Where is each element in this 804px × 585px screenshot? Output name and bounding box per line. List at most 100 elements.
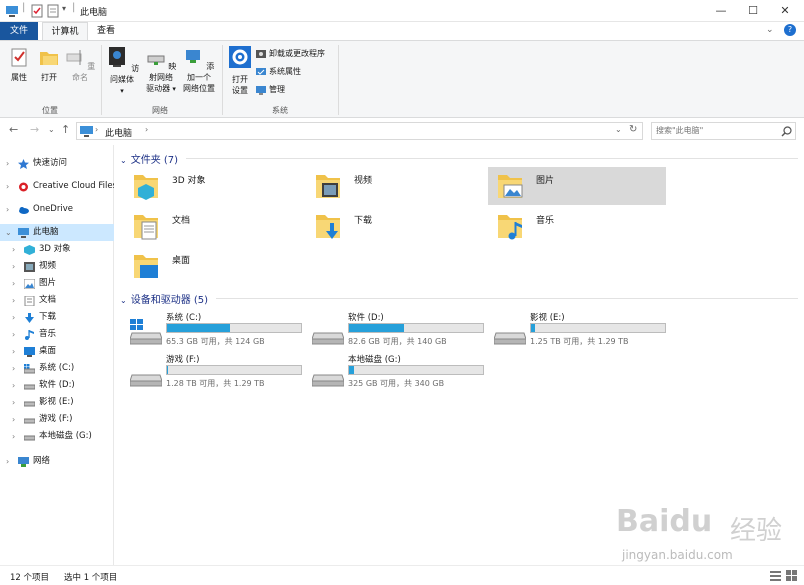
sidebar-item-drive-f[interactable]: › 游戏 (F:) [0, 411, 114, 428]
sidebar-item-this-pc[interactable]: ⌄ 此电脑 [0, 224, 114, 241]
group-separator [222, 45, 223, 115]
sidebar-item-documents[interactable]: › 文档 [0, 292, 114, 309]
expand-chevron-icon[interactable]: › [12, 377, 20, 394]
ribbon-expand-icon[interactable]: ⌄ [766, 25, 774, 35]
drive-name: 影视 (E:) [530, 313, 565, 323]
sidebar-item-desktop[interactable]: › 桌面 [0, 343, 114, 360]
folder-tile-videos[interactable]: 视频 [306, 167, 484, 205]
tab-file[interactable]: 文件 [0, 22, 38, 40]
open-settings-button[interactable]: 打开 设置 [226, 45, 254, 96]
expand-chevron-icon[interactable]: › [12, 360, 20, 377]
uninstall-programs-button[interactable]: 卸载或更改程序 [256, 47, 325, 61]
watermark-brand: Baidu [616, 504, 713, 539]
computer-icon [80, 126, 93, 137]
help-icon[interactable]: ? [784, 24, 796, 36]
sidebar-item-drive-g[interactable]: › 本地磁盘 (G:) [0, 428, 114, 445]
close-button[interactable]: ✕ [770, 0, 800, 22]
expand-chevron-icon[interactable]: › [6, 178, 14, 195]
open-folder-icon [40, 52, 58, 65]
download-arrow-icon [25, 313, 34, 323]
forward-arrow-icon[interactable]: → [30, 123, 39, 136]
sidebar-item-creative-cloud[interactable]: › Creative Cloud Files [0, 178, 114, 195]
sidebar-item-quick-access[interactable]: › 快速访问 [0, 155, 114, 172]
system-properties-button[interactable]: 系统属性 [256, 65, 301, 79]
expand-chevron-icon[interactable]: › [12, 292, 20, 309]
expand-chevron-icon[interactable]: › [12, 326, 20, 343]
breadcrumb-chevron-icon[interactable]: › [95, 125, 98, 134]
expand-chevron-icon[interactable]: › [12, 411, 20, 428]
drive-tile-f[interactable]: 游戏 (F:) 1.28 TB 可用，共 1.29 TB [130, 353, 310, 393]
expand-chevron-icon[interactable]: › [12, 343, 20, 360]
refresh-icon[interactable]: ↻ [629, 124, 637, 135]
address-dropdown-icon[interactable]: ⌄ [615, 125, 622, 134]
drive-tile-d[interactable]: 软件 (D:) 82.6 GB 可用，共 140 GB [312, 311, 492, 351]
add-network-location-button[interactable]: 添加一个 网络位置 [180, 47, 218, 94]
new-folder-quick-icon[interactable] [46, 4, 60, 18]
folder-tile-music[interactable]: 音乐 [488, 207, 666, 245]
back-arrow-icon[interactable]: ← [9, 123, 18, 136]
folder-tile-pictures[interactable]: 图片 [488, 167, 666, 205]
up-arrow-icon[interactable]: ↑ [61, 123, 70, 136]
expand-chevron-icon[interactable]: › [12, 309, 20, 326]
collapse-chevron-icon[interactable]: ⌄ [5, 224, 13, 241]
drive-free-space: 1.28 TB 可用，共 1.29 TB [166, 379, 265, 388]
sidebar-item-label: OneDrive [33, 204, 73, 214]
drive-free-space: 82.6 GB 可用，共 140 GB [348, 337, 447, 346]
sidebar-item-drive-d[interactable]: › 软件 (D:) [0, 377, 114, 394]
drives-section-header[interactable]: ⌄ 设备和驱动器 (5) [120, 291, 208, 306]
sidebar-item-drive-e[interactable]: › 影视 (E:) [0, 394, 114, 411]
sidebar-item-network[interactable]: › 网络 [0, 453, 114, 470]
folders-section-header[interactable]: ⌄ 文件夹 (7) [120, 151, 178, 166]
rename-button[interactable]: 重命名 [64, 47, 96, 83]
expand-chevron-icon[interactable]: › [6, 453, 14, 470]
sidebar-item-downloads[interactable]: › 下载 [0, 309, 114, 326]
sidebar-item-drive-c[interactable]: › 系统 (C:) [0, 360, 114, 377]
creative-cloud-icon [19, 182, 28, 192]
minimize-button[interactable]: — [706, 0, 736, 22]
sidebar-item-videos[interactable]: › 视频 [0, 258, 114, 275]
folder-tile-downloads[interactable]: 下载 [306, 207, 484, 245]
separator-icon: | [72, 2, 76, 13]
folder-label: 图片 [536, 176, 555, 186]
expand-chevron-icon[interactable]: › [12, 241, 20, 258]
manage-button[interactable]: 管理 [256, 83, 285, 97]
properties-quick-icon[interactable] [30, 4, 44, 18]
address-bar[interactable]: › 此电脑 › ⌄ ↻ [76, 122, 643, 140]
expand-chevron-icon[interactable]: › [12, 428, 20, 445]
folder-tile-documents[interactable]: 文档 [124, 207, 302, 245]
access-media-button[interactable]: 访问媒体 ▾ [104, 45, 140, 97]
drive-tile-e[interactable]: 影视 (E:) 1.25 TB 可用，共 1.29 TB [494, 311, 674, 351]
section-collapse-icon[interactable]: ⌄ [120, 156, 127, 165]
expand-chevron-icon[interactable]: › [12, 258, 20, 275]
folder-tile-3d-objects[interactable]: 3D 对象 [124, 167, 302, 205]
sidebar-item-3d-objects[interactable]: › 3D 对象 [0, 241, 114, 258]
sidebar-item-onedrive[interactable]: › OneDrive [0, 201, 114, 218]
expand-chevron-icon[interactable]: › [12, 394, 20, 411]
breadcrumb-chevron-icon[interactable]: › [145, 125, 148, 134]
section-collapse-icon[interactable]: ⌄ [120, 296, 127, 305]
tab-computer[interactable]: 计算机 [42, 22, 88, 40]
map-network-drive-label-2: 驱动器 [146, 84, 171, 93]
expand-chevron-icon[interactable]: › [6, 155, 14, 172]
breadcrumb-this-pc[interactable]: 此电脑 [105, 126, 132, 139]
group-separator [338, 45, 339, 115]
maximize-button[interactable]: ☐ [738, 0, 768, 22]
recent-locations-chevron-icon[interactable]: ⌄ [48, 125, 55, 134]
drive-tile-c[interactable]: 系统 (C:) 65.3 GB 可用，共 124 GB [130, 311, 310, 351]
search-box[interactable] [651, 122, 796, 140]
folder-tile-desktop[interactable]: 桌面 [124, 247, 302, 285]
sidebar-item-pictures[interactable]: › 图片 [0, 275, 114, 292]
drive-tile-g[interactable]: 本地磁盘 (G:) 325 GB 可用，共 340 GB [312, 353, 492, 393]
open-button[interactable]: 打开 [36, 47, 62, 83]
rename-icon [66, 50, 82, 65]
search-icon[interactable] [781, 126, 792, 137]
section-divider [186, 158, 798, 159]
sidebar-item-music[interactable]: › 音乐 [0, 326, 114, 343]
expand-chevron-icon[interactable]: › [6, 201, 14, 218]
expand-chevron-icon[interactable]: › [12, 275, 20, 292]
windows-drive-icon [24, 364, 35, 374]
map-network-drive-button[interactable]: 映射网络 驱动器 ▾ [142, 47, 180, 95]
properties-button[interactable]: 属性 [6, 47, 32, 83]
tab-view[interactable]: 查看 [90, 22, 122, 40]
search-input[interactable] [656, 126, 776, 135]
